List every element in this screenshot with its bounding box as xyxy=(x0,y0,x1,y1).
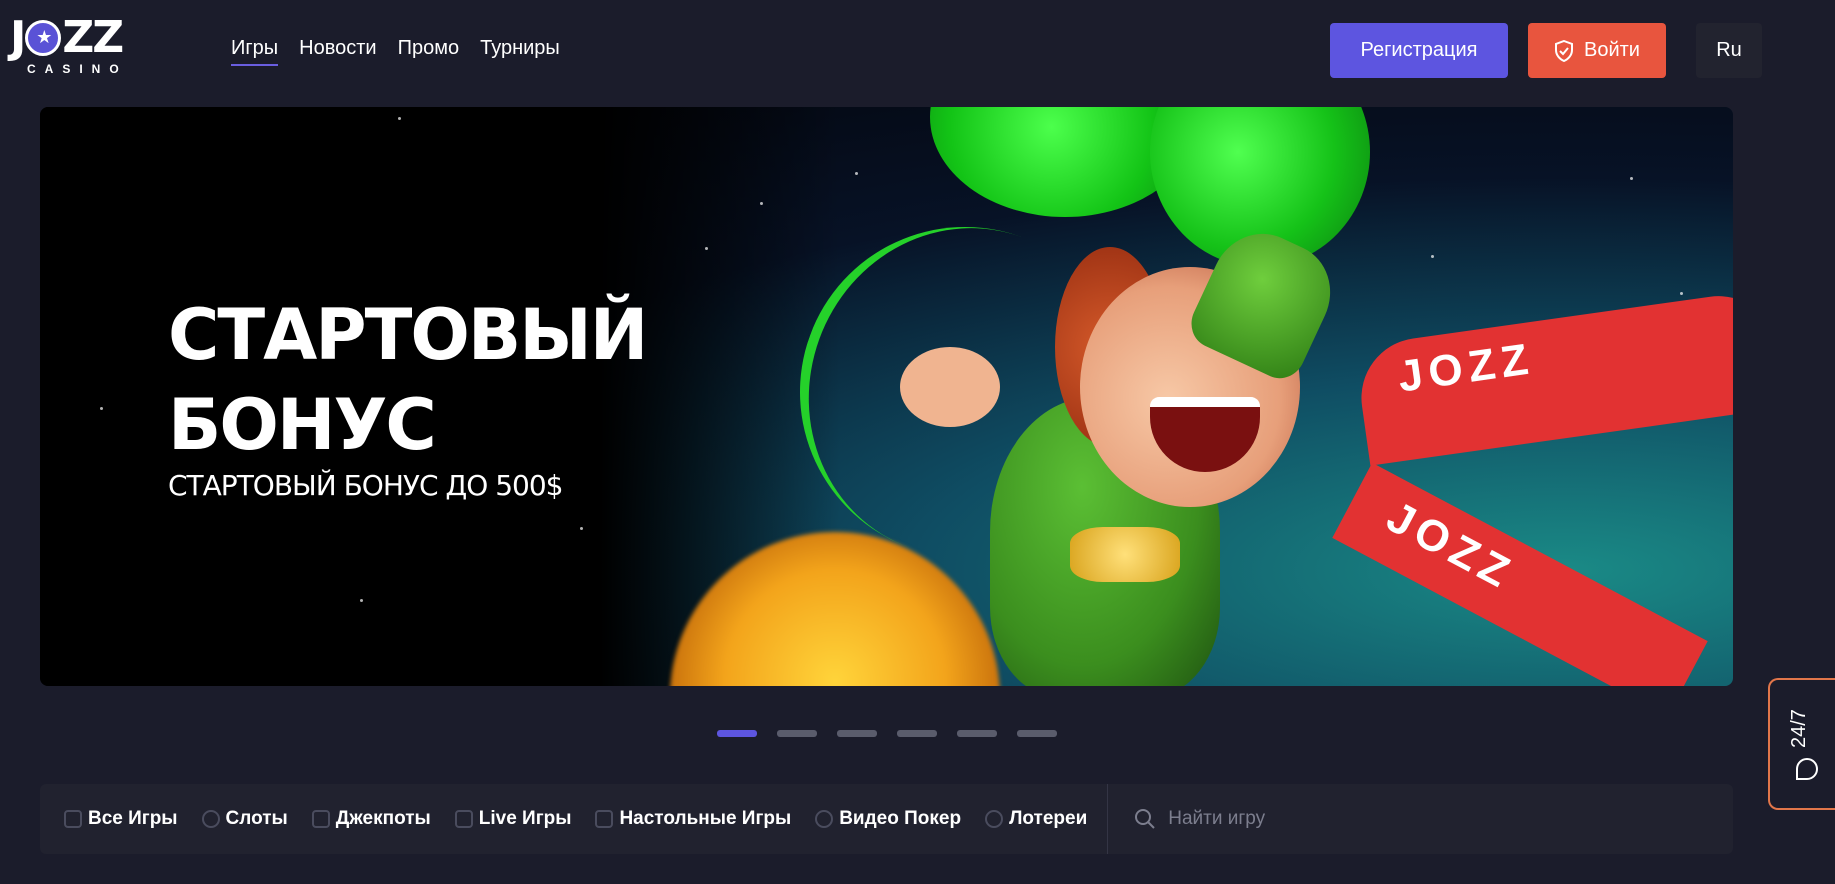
leprechaun-hand-decor xyxy=(900,347,1000,427)
leprechaun-bowtie-decor xyxy=(1070,527,1180,582)
star-decor xyxy=(760,202,763,205)
carousel-dot-2[interactable] xyxy=(777,730,817,737)
carousel-dot-3[interactable] xyxy=(837,730,877,737)
jackpot-icon xyxy=(311,810,330,828)
live-tv-icon xyxy=(454,810,473,828)
carousel-dot-6[interactable] xyxy=(1017,730,1057,737)
category-video-poker[interactable]: Видео Покер xyxy=(803,784,973,854)
search-input[interactable] xyxy=(1166,807,1671,831)
banner-title-line1: СТАРТОВЫЙ xyxy=(168,294,648,376)
category-jackpots[interactable]: Джекпоты xyxy=(300,784,443,854)
star-decor xyxy=(855,172,858,175)
carousel-pagination xyxy=(717,730,1057,737)
star-decor xyxy=(1431,255,1434,258)
support-chat-tab[interactable]: 24/7 xyxy=(1768,678,1835,810)
carousel-dot-1[interactable] xyxy=(717,730,757,737)
login-button[interactable]: Войти xyxy=(1528,23,1666,78)
category-live-games[interactable]: Live Игры xyxy=(443,784,584,854)
logo-subtitle: CASINO xyxy=(27,62,128,76)
star-decor xyxy=(398,117,401,120)
nav-item-promo[interactable]: Промо xyxy=(398,37,460,66)
star-decor xyxy=(1630,177,1633,180)
search-icon xyxy=(1135,809,1155,829)
star-decor xyxy=(1680,292,1683,295)
star-decor xyxy=(100,407,103,410)
carousel-dot-4[interactable] xyxy=(897,730,937,737)
category-label: Live Игры xyxy=(478,808,572,829)
game-category-bar: Все Игры Слоты Джекпоты Live Игры Настол… xyxy=(40,784,1733,854)
register-button-label: Регистрация xyxy=(1360,39,1478,61)
carousel-dot-5[interactable] xyxy=(957,730,997,737)
roulette-chip-icon xyxy=(25,20,62,56)
all-games-icon xyxy=(64,810,82,828)
game-search xyxy=(1108,807,1671,831)
category-all-games[interactable]: Все Игры xyxy=(40,784,190,854)
login-button-label: Войти xyxy=(1584,39,1640,61)
logo-wordmark: JZZ xyxy=(10,16,135,60)
banner-title: СТАРТОВЫЙ БОНУС xyxy=(168,290,688,470)
category-label: Слоты xyxy=(225,808,288,829)
banner-subtitle: СТАРТОВЫЙ БОНУС ДО 500$ xyxy=(168,469,563,502)
star-decor xyxy=(705,247,708,250)
language-selector[interactable]: Ru xyxy=(1696,23,1762,78)
nav-item-news[interactable]: Новости xyxy=(299,37,376,66)
cherries-icon xyxy=(201,810,220,828)
nav-item-tournaments[interactable]: Турниры xyxy=(480,37,560,66)
red-ribbon-decor: JOZZ xyxy=(1353,288,1733,466)
support-label: 24/7 xyxy=(1788,709,1810,748)
main-nav: Игры Новости Промо Турниры xyxy=(231,37,560,66)
category-label: Настольные Игры xyxy=(619,808,792,829)
ribbon-text: JOZZ xyxy=(1378,492,1523,600)
ribbon-text: JOZZ xyxy=(1394,334,1537,402)
red-ribbon-decor: JOZZ xyxy=(1332,462,1708,686)
table-games-icon xyxy=(595,810,614,828)
poker-chip-icon xyxy=(815,810,834,828)
lottery-ball-icon xyxy=(985,810,1004,828)
register-button[interactable]: Регистрация xyxy=(1330,23,1508,78)
category-label: Видео Покер xyxy=(839,808,962,829)
jozz-casino-logo[interactable]: JZZ CASINO xyxy=(10,16,135,80)
banner-title-line2: БОНУС xyxy=(168,384,437,466)
shield-check-icon xyxy=(1555,39,1574,62)
nav-item-games[interactable]: Игры xyxy=(231,37,279,66)
chat-bubble-icon xyxy=(1796,758,1818,780)
star-decor xyxy=(360,599,363,602)
category-label: Джекпоты xyxy=(335,808,431,829)
category-table-games[interactable]: Настольные Игры xyxy=(583,784,803,854)
promo-banner[interactable]: JOZZ JOZZ СТАРТОВЫЙ БОНУС СТАРТОВЫЙ БОНУ… xyxy=(40,107,1733,686)
category-label: Лотереи xyxy=(1009,808,1088,829)
category-label: Все Игры xyxy=(88,808,178,829)
language-label: Ru xyxy=(1716,39,1742,61)
star-decor xyxy=(580,527,583,530)
site-header: JZZ CASINO Игры Новости Промо Турниры Ре… xyxy=(0,0,1835,100)
category-lotteries[interactable]: Лотереи xyxy=(973,784,1099,854)
category-slots[interactable]: Слоты xyxy=(190,784,300,854)
